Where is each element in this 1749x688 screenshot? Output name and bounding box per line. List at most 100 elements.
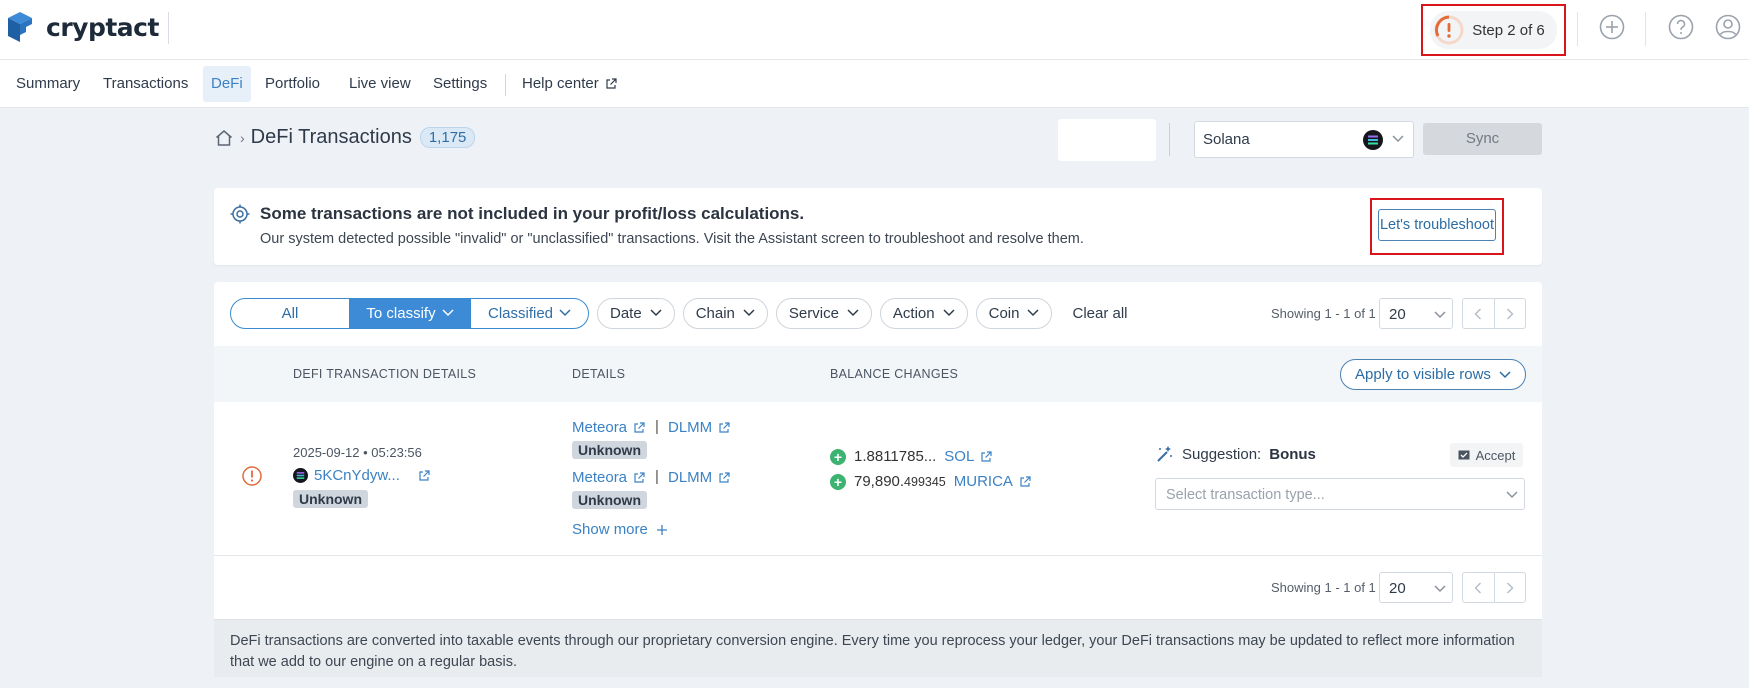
transaction-type-select[interactable]: Select transaction type... (1155, 478, 1525, 510)
next-page-button[interactable] (1495, 299, 1526, 328)
nav-defi[interactable]: DeFi (203, 66, 251, 102)
nav-help-center[interactable]: Help center (514, 66, 625, 102)
segment-classified-label: Classified (487, 304, 554, 322)
help-icon[interactable] (1667, 13, 1695, 41)
chevron-down-icon (1434, 585, 1446, 593)
clear-all-button[interactable]: Clear all (1072, 305, 1127, 322)
target-warning-icon (230, 204, 250, 224)
segment-all[interactable]: All (231, 298, 350, 328)
divider (1169, 123, 1170, 156)
table-row[interactable]: 2025-09-12 • 05:23:56 5KCnYdyw... Unknow… (214, 402, 1542, 556)
protocol-link-meteora[interactable]: Meteora (572, 419, 645, 436)
separator-icon: | (655, 468, 659, 485)
apply-to-visible-rows-button[interactable]: Apply to visible rows (1340, 359, 1526, 390)
suggestion: Suggestion: Bonus (1156, 445, 1316, 463)
transaction-date: 2025-09-12 • 05:23:56 (293, 445, 422, 460)
check-mail-icon (1458, 450, 1470, 460)
chevron-down-icon (847, 309, 859, 317)
breadcrumb: › DeFi Transactions 1,175 (214, 126, 476, 149)
nav-portfolio[interactable]: Portfolio (257, 66, 328, 102)
external-link-icon (419, 469, 430, 481)
rows-per-page-select[interactable]: 20 (1379, 298, 1453, 329)
segment-to-classify[interactable]: To classify (350, 298, 470, 328)
table-header: DEFI TRANSACTION DETAILS DETAILS BALANCE… (214, 346, 1542, 402)
nav-summary[interactable]: Summary (8, 66, 88, 102)
cryptact-logo-icon (8, 12, 32, 42)
filter-action[interactable]: Action (879, 297, 968, 329)
coin-symbol: SOL (944, 448, 975, 465)
filter-coin[interactable]: Coin (975, 297, 1053, 329)
divider (505, 74, 506, 96)
column-header-balance-changes: BALANCE CHANGES (830, 367, 959, 381)
solana-icon (293, 468, 308, 483)
nav-transactions[interactable]: Transactions (95, 66, 196, 102)
troubleshoot-button[interactable]: Let's troubleshoot (1378, 209, 1496, 241)
user-account-icon[interactable] (1714, 13, 1742, 41)
chevron-down-icon (1499, 370, 1511, 378)
filter-service[interactable]: Service (775, 297, 872, 329)
chevron-down-icon (442, 309, 454, 317)
external-link-icon (606, 78, 617, 89)
transaction-type-placeholder: Select transaction type... (1166, 487, 1325, 503)
pool-link-dlmm[interactable]: DLMM (668, 469, 730, 486)
protocol-link-meteora[interactable]: Meteora (572, 469, 645, 486)
accept-suggestion-button[interactable]: Accept (1450, 443, 1523, 467)
filter-action-label: Action (892, 304, 935, 322)
segment-classified[interactable]: Classified (470, 298, 588, 328)
add-icon[interactable] (1598, 13, 1626, 41)
detail-tag: Unknown (572, 441, 647, 459)
chain-select[interactable]: Solana (1194, 121, 1414, 158)
status-badge: Unknown (293, 490, 368, 508)
column-header-details: DETAILS (572, 367, 626, 381)
divider (1577, 12, 1578, 46)
chevron-down-icon (650, 309, 662, 317)
increase-icon: + (830, 448, 846, 465)
logo[interactable]: cryptact (6, 10, 159, 44)
suggestion-value: Bonus (1269, 445, 1316, 463)
nav-live-view[interactable]: Live view (341, 66, 419, 102)
home-icon[interactable] (214, 128, 234, 148)
balance-amount: 79,890.499345 (854, 473, 946, 490)
nav-help-center-label: Help center (522, 75, 599, 92)
transaction-hash-link[interactable]: 5KCnYdyw... (293, 467, 430, 484)
chevron-right-icon (1506, 581, 1514, 594)
filter-service-label: Service (788, 304, 839, 322)
nav-settings[interactable]: Settings (425, 66, 495, 102)
rows-per-page-value: 20 (1389, 306, 1406, 323)
step-label: Step 2 of 6 (1472, 21, 1545, 39)
page-title: DeFi Transactions (250, 126, 412, 148)
alert-description: Our system detected possible "invalid" o… (260, 231, 1084, 247)
coin-link[interactable]: MURICA (954, 473, 1031, 490)
step-progress-highlight: Step 2 of 6 (1421, 4, 1566, 56)
filter-chain-label: Chain (695, 304, 735, 322)
external-link-icon (634, 471, 645, 483)
breadcrumb-separator-icon: › (240, 129, 245, 146)
defi-transactions-card: All To classify Classified Date Chain Se… (214, 282, 1542, 677)
sync-button[interactable]: Sync (1423, 123, 1542, 155)
chevron-left-icon (1474, 307, 1482, 320)
filter-chain[interactable]: Chain (682, 297, 768, 329)
increase-icon: + (830, 473, 846, 490)
filter-date[interactable]: Date (597, 297, 675, 329)
rows-per-page-select[interactable]: 20 (1379, 572, 1453, 603)
suggestion-label: Suggestion: (1182, 445, 1262, 463)
show-more-button[interactable]: Show more (572, 521, 668, 538)
separator-icon: | (655, 418, 659, 435)
show-more-label: Show more (572, 521, 648, 538)
profit-loss-alert: Some transactions are not included in yo… (214, 188, 1542, 265)
prev-page-button[interactable] (1463, 573, 1495, 602)
pool-name: DLMM (668, 469, 713, 486)
chevron-down-icon (1434, 311, 1446, 319)
accept-label: Accept (1475, 447, 1516, 463)
solana-icon (1363, 130, 1383, 150)
balance-change-item: + 79,890.499345 MURICA (830, 473, 1031, 490)
detail-tag: Unknown (572, 491, 647, 509)
column-header-transaction-details: DEFI TRANSACTION DETAILS (293, 367, 477, 381)
coin-link[interactable]: SOL (944, 448, 992, 465)
prev-page-button[interactable] (1463, 299, 1495, 328)
pool-link-dlmm[interactable]: DLMM (668, 419, 730, 436)
step-progress-button[interactable]: Step 2 of 6 (1430, 11, 1557, 49)
filter-date-label: Date (610, 304, 642, 322)
segment-to-classify-label: To classify (366, 304, 436, 322)
next-page-button[interactable] (1495, 573, 1526, 602)
